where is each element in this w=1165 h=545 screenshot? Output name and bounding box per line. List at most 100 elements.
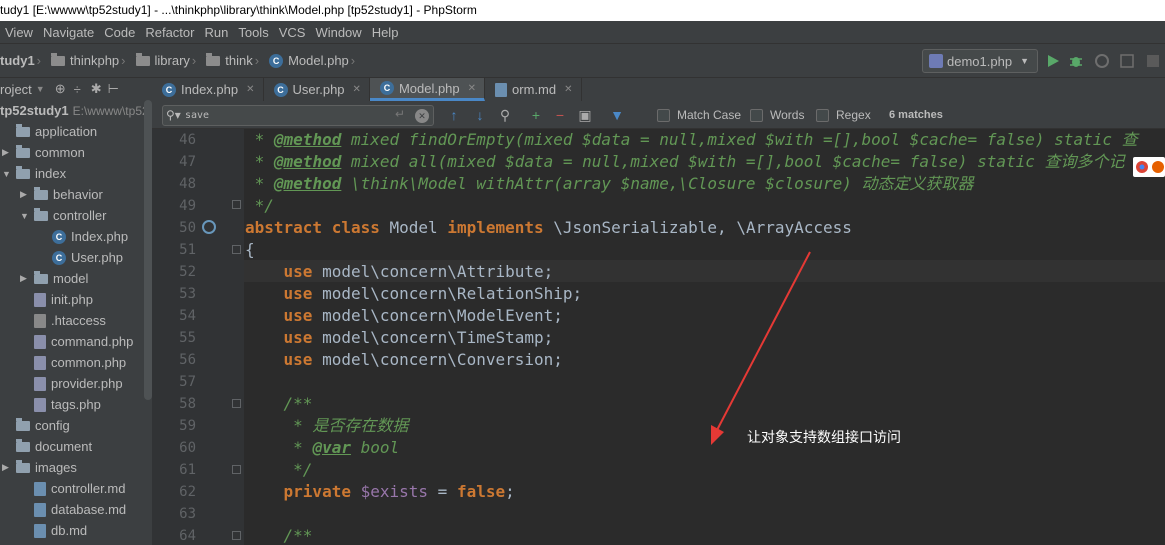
line-number: 46 <box>179 132 196 148</box>
coverage-icon[interactable] <box>1094 53 1110 69</box>
regex-checkbox[interactable]: Regex <box>816 108 871 122</box>
breadcrumb-library[interactable]: library › <box>135 52 207 68</box>
tree-item[interactable]: ▶ model <box>20 268 88 289</box>
tree-item[interactable]: ▶ behavior <box>20 184 103 205</box>
match-case-checkbox[interactable]: Match Case <box>657 108 741 122</box>
tree-item[interactable]: C User.php <box>38 247 123 268</box>
breadcrumb-model-php[interactable]: C Model.php › <box>269 53 365 68</box>
project-scrollbar[interactable] <box>144 100 152 400</box>
chevron-right-icon[interactable]: ▶ <box>20 273 30 284</box>
comment-text: * <box>245 438 313 457</box>
debug-icon[interactable] <box>1068 53 1084 69</box>
tab-user-php[interactable]: C User.php ✕ <box>264 78 370 101</box>
code-editor[interactable]: 46 47 48 49 50 51 52 53 54 55 56 57 58 59 60 61 62 63 64 *… <box>152 129 1165 545</box>
menu-help[interactable]: Help <box>367 25 404 40</box>
chevron-right-icon[interactable]: ▶ <box>2 147 12 158</box>
menu-window[interactable]: Window <box>310 25 366 40</box>
search-field[interactable]: ⚲▾ ↵ ✕ <box>162 105 434 126</box>
remove-occurrence-icon[interactable]: − <box>552 107 568 123</box>
menu-view[interactable]: View <box>0 25 38 40</box>
tree-item[interactable]: ▼ controller <box>20 205 106 226</box>
breadcrumb-thinkphp[interactable]: thinkphp › <box>51 52 136 68</box>
stop-icon[interactable] <box>1145 53 1161 69</box>
menu-code[interactable]: Code <box>99 25 140 40</box>
variable: $exists <box>360 482 429 501</box>
menu-refactor[interactable]: Refactor <box>140 25 199 40</box>
tree-item[interactable]: ▶ common <box>2 142 85 163</box>
menu-vcs[interactable]: VCS <box>274 25 311 40</box>
doc-tag: @method <box>273 152 342 171</box>
tab-model-php[interactable]: C Model.php ✕ <box>369 78 486 101</box>
tab-index-php[interactable]: C Index.php ✕ <box>152 78 264 101</box>
tree-item[interactable]: application <box>2 121 97 142</box>
tree-item[interactable]: ▶ images <box>2 457 77 478</box>
gear-icon[interactable]: ✱ <box>91 81 102 97</box>
close-icon[interactable]: ✕ <box>246 84 254 95</box>
add-occurrence-icon[interactable]: + <box>528 107 544 123</box>
breadcrumb-project[interactable]: tudy1 › <box>0 53 51 68</box>
code-line: * 是否存在数据 <box>245 415 1165 437</box>
line-number: 62 <box>179 484 196 500</box>
find-all-icon[interactable]: ⚲ <box>497 107 513 123</box>
fold-icon[interactable] <box>232 399 241 408</box>
tree-item[interactable]: config <box>2 415 70 436</box>
chevron-right-icon[interactable]: ▶ <box>20 189 30 200</box>
browser-icons[interactable] <box>1133 157 1165 177</box>
search-icon[interactable]: ⚲▾ <box>166 108 181 122</box>
comment-text: * <box>245 152 274 171</box>
run-icon[interactable] <box>1045 53 1061 69</box>
search-input[interactable] <box>185 107 385 124</box>
tree-item[interactable]: db.md <box>20 520 87 541</box>
close-icon[interactable]: ✕ <box>564 84 572 95</box>
fold-icon[interactable] <box>232 200 241 209</box>
fold-icon[interactable] <box>232 465 241 474</box>
chevron-down-icon[interactable]: ▼ <box>20 211 30 221</box>
tree-item[interactable]: tags.php <box>20 394 101 415</box>
tree-item[interactable]: ▼ index <box>2 163 66 184</box>
menu-navigate[interactable]: Navigate <box>38 25 99 40</box>
menu-run[interactable]: Run <box>199 25 233 40</box>
run-configuration-select[interactable]: demo1.php ▼ <box>922 49 1038 73</box>
chevron-right-icon[interactable]: ▶ <box>2 462 12 473</box>
tree-item[interactable]: controller.md <box>20 478 125 499</box>
fold-icon[interactable] <box>232 531 241 540</box>
checkbox-box[interactable] <box>750 108 763 122</box>
close-icon[interactable]: ✕ <box>353 84 361 95</box>
fold-icon[interactable] <box>232 245 241 254</box>
project-panel-title[interactable]: roject <box>0 82 32 97</box>
close-icon[interactable]: ✕ <box>468 83 476 94</box>
tree-item[interactable]: command.php <box>20 331 133 352</box>
tab-orm-md[interactable]: orm.md ✕ <box>485 78 582 101</box>
checkbox-box[interactable] <box>657 108 670 122</box>
tree-item[interactable]: init.php <box>20 289 93 310</box>
tree-item[interactable]: C Index.php <box>38 226 128 247</box>
chevron-down-icon[interactable]: ▼ <box>2 169 12 179</box>
breadcrumb-think[interactable]: think › <box>206 52 269 68</box>
code-line: use model\concern\Conversion; <box>245 349 1165 371</box>
previous-occurrence-icon[interactable]: ↑ <box>446 107 462 123</box>
hide-icon[interactable]: ⊢ <box>108 81 119 97</box>
next-occurrence-icon[interactable]: ↓ <box>472 107 488 123</box>
chrome-icon[interactable] <box>1133 157 1165 177</box>
select-all-occurrences-icon[interactable]: ▣ <box>577 107 593 123</box>
tree-item[interactable]: .htaccess <box>20 310 106 331</box>
collapse-icon[interactable]: ÷ <box>74 82 81 97</box>
filter-icon[interactable]: ▼ <box>609 107 625 123</box>
code-line: use model\concern\TimeStamp; <box>245 327 1165 349</box>
implements-marker-icon[interactable] <box>202 220 216 234</box>
chevron-down-icon[interactable]: ▼ <box>36 84 45 94</box>
tree-item[interactable]: common.php <box>20 352 126 373</box>
tree-item[interactable]: document <box>2 436 92 457</box>
checkbox-box[interactable] <box>816 108 829 122</box>
words-checkbox[interactable]: Words <box>750 108 804 122</box>
keyword: implements <box>447 218 544 237</box>
tree-item[interactable]: database.md <box>20 499 126 520</box>
menu-tools[interactable]: Tools <box>233 25 273 40</box>
target-icon[interactable]: ⊕ <box>55 81 66 97</box>
comment-text: * <box>245 174 274 193</box>
attach-icon[interactable] <box>1119 53 1135 69</box>
clear-icon[interactable]: ✕ <box>415 109 429 123</box>
tree-item[interactable]: provider.php <box>20 373 123 394</box>
tree-item-label: .htaccess <box>51 313 106 328</box>
tree-project-root[interactable]: tp52study1 E:\wwww\tp52 <box>0 100 149 121</box>
